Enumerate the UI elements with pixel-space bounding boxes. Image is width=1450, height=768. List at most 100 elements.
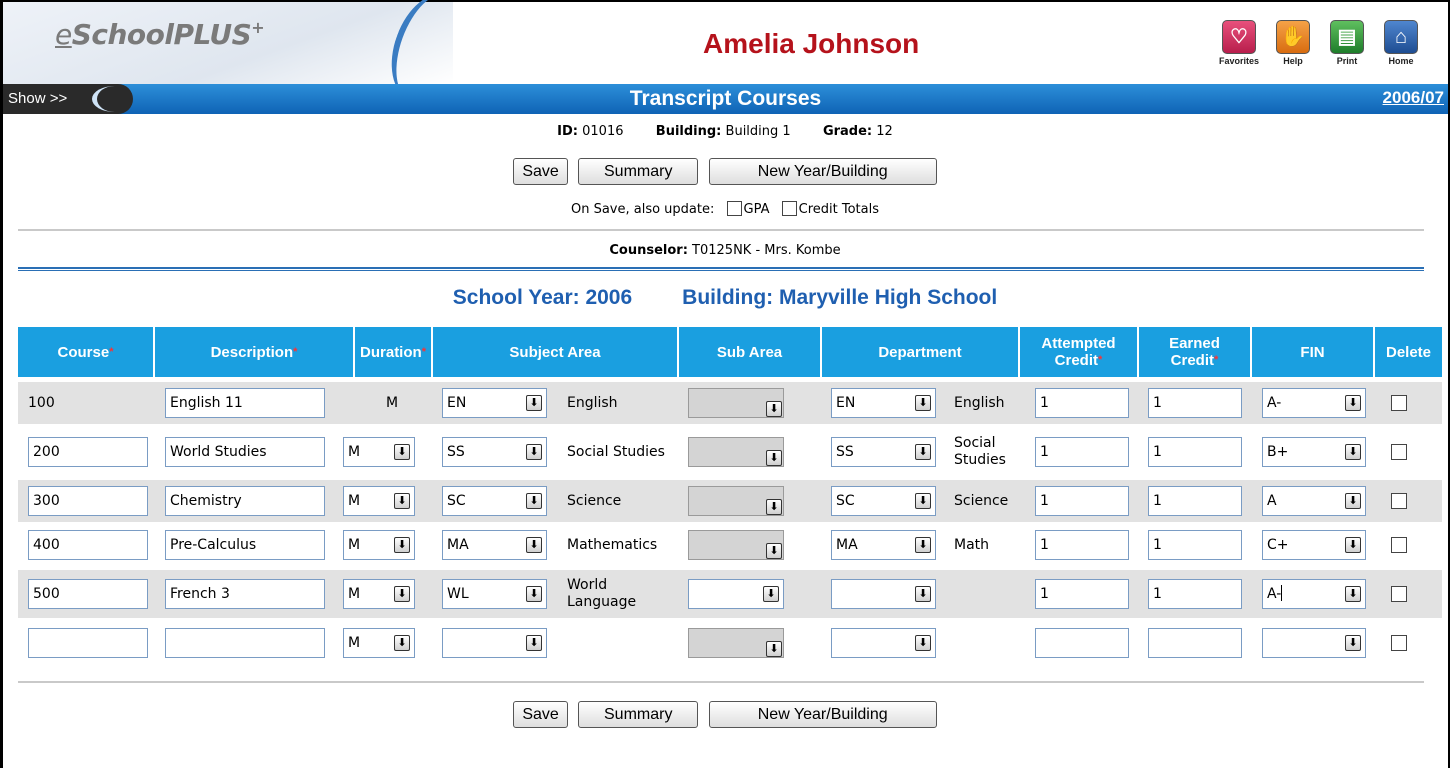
school-year-link[interactable]: 2006/07 [1383, 88, 1444, 108]
course-input[interactable] [28, 628, 148, 658]
dropdown-arrow-icon[interactable]: ⬇ [394, 537, 410, 553]
subject-area-select[interactable]: SS ⬇ [442, 437, 547, 467]
column-header-delete[interactable]: Delete [1375, 327, 1442, 377]
fin-grade-select[interactable]: A- ⬇ [1262, 579, 1366, 609]
department-select[interactable]: EN ⬇ [831, 388, 936, 418]
course-input[interactable]: 300 [28, 486, 148, 516]
department-select[interactable]: SS ⬇ [831, 437, 936, 467]
description-input[interactable]: World Studies [165, 437, 325, 467]
course-input[interactable]: 500 [28, 579, 148, 609]
dropdown-arrow-icon[interactable]: ⬇ [766, 499, 782, 515]
earned-credit-input[interactable] [1148, 628, 1242, 658]
delete-checkbox[interactable] [1391, 635, 1407, 651]
fin-grade-select[interactable]: B+ ⬇ [1262, 437, 1366, 467]
dropdown-arrow-icon[interactable]: ⬇ [394, 493, 410, 509]
save-button[interactable]: Save [513, 158, 568, 185]
column-header-subject-area[interactable]: Subject Area [433, 327, 677, 377]
attempted-credit-input[interactable]: 1 [1035, 486, 1129, 516]
dropdown-arrow-icon[interactable]: ⬇ [915, 537, 931, 553]
column-header-duration[interactable]: Duration * [355, 327, 431, 377]
dropdown-arrow-icon[interactable]: ⬇ [1345, 444, 1361, 460]
delete-checkbox[interactable] [1391, 444, 1407, 460]
duration-select[interactable]: M ⬇ [343, 579, 415, 609]
column-header-fin[interactable]: FIN [1252, 327, 1373, 377]
duration-select[interactable]: M ⬇ [343, 530, 415, 560]
fin-grade-select[interactable]: A- ⬇ [1262, 388, 1366, 418]
description-input[interactable]: Pre-Calculus [165, 530, 325, 560]
save-button[interactable]: Save [513, 701, 568, 728]
duration-select[interactable]: M ⬇ [343, 486, 415, 516]
summary-button[interactable]: Summary [578, 158, 699, 185]
dropdown-arrow-icon[interactable]: ⬇ [526, 493, 542, 509]
dropdown-arrow-icon[interactable]: ⬇ [766, 543, 782, 559]
favorites-button[interactable]: ♡ Favorites [1215, 20, 1263, 66]
subject-area-select[interactable]: MA ⬇ [442, 530, 547, 560]
earned-credit-input[interactable]: 1 [1148, 486, 1242, 516]
help-button[interactable]: ✋ Help [1269, 20, 1317, 66]
column-header-course[interactable]: Course * [18, 327, 153, 377]
sub-area-select[interactable]: ⬇ [688, 579, 784, 609]
delete-checkbox[interactable] [1391, 586, 1407, 602]
column-header-attempted-credit[interactable]: Attempted Credit* [1020, 327, 1137, 377]
attempted-credit-input[interactable]: 1 [1035, 530, 1129, 560]
credit-totals-checkbox[interactable] [781, 201, 797, 216]
subject-area-select[interactable]: ⬇ [442, 628, 547, 658]
subject-area-select[interactable]: WL ⬇ [442, 579, 547, 609]
dropdown-arrow-icon[interactable]: ⬇ [763, 586, 779, 602]
department-select[interactable]: SC ⬇ [831, 486, 936, 516]
dropdown-arrow-icon[interactable]: ⬇ [394, 586, 410, 602]
fin-grade-select[interactable]: ⬇ [1262, 628, 1366, 658]
department-select[interactable]: MA ⬇ [831, 530, 936, 560]
show-menu-button[interactable]: Show >> [3, 84, 133, 114]
dropdown-arrow-icon[interactable]: ⬇ [526, 444, 542, 460]
earned-credit-input[interactable]: 1 [1148, 530, 1242, 560]
department-select[interactable]: ⬇ [831, 628, 936, 658]
column-header-earned-credit[interactable]: Earned Credit* [1139, 327, 1250, 377]
duration-select[interactable]: M ⬇ [343, 628, 415, 658]
column-header-sub-area[interactable]: Sub Area [679, 327, 820, 377]
delete-checkbox[interactable] [1391, 493, 1407, 509]
course-input[interactable]: 400 [28, 530, 148, 560]
subject-area-select[interactable]: SC ⬇ [442, 486, 547, 516]
description-input[interactable]: English 11 [165, 388, 325, 418]
new-year-building-button[interactable]: New Year/Building [708, 701, 937, 728]
fin-grade-select[interactable]: A ⬇ [1262, 486, 1366, 516]
attempted-credit-input[interactable]: 1 [1035, 579, 1129, 609]
dropdown-arrow-icon[interactable]: ⬇ [1345, 395, 1361, 411]
column-header-department[interactable]: Department [822, 327, 1018, 377]
description-input[interactable]: Chemistry [165, 486, 325, 516]
dropdown-arrow-icon[interactable]: ⬇ [1345, 493, 1361, 509]
summary-button[interactable]: Summary [578, 701, 699, 728]
subject-area-select[interactable]: EN ⬇ [442, 388, 547, 418]
dropdown-arrow-icon[interactable]: ⬇ [1345, 537, 1361, 553]
new-year-building-button[interactable]: New Year/Building [708, 158, 937, 185]
attempted-credit-input[interactable]: 1 [1035, 437, 1129, 467]
dropdown-arrow-icon[interactable]: ⬇ [526, 635, 542, 651]
column-header-description[interactable]: Description * [155, 327, 353, 377]
dropdown-arrow-icon[interactable]: ⬇ [766, 641, 782, 657]
fin-grade-select[interactable]: C+ ⬇ [1262, 530, 1366, 560]
dropdown-arrow-icon[interactable]: ⬇ [766, 401, 782, 417]
dropdown-arrow-icon[interactable]: ⬇ [526, 395, 542, 411]
dropdown-arrow-icon[interactable]: ⬇ [1345, 635, 1361, 651]
earned-credit-input[interactable]: 1 [1148, 579, 1242, 609]
print-button[interactable]: ▤ Print [1323, 20, 1371, 66]
duration-select[interactable]: M ⬇ [343, 437, 415, 467]
department-select[interactable]: ⬇ [831, 579, 936, 609]
course-input[interactable]: 200 [28, 437, 148, 467]
delete-checkbox[interactable] [1391, 537, 1407, 553]
gpa-checkbox[interactable] [726, 201, 742, 216]
earned-credit-input[interactable]: 1 [1148, 388, 1242, 418]
dropdown-arrow-icon[interactable]: ⬇ [915, 444, 931, 460]
dropdown-arrow-icon[interactable]: ⬇ [915, 586, 931, 602]
description-input[interactable]: French 3 [165, 579, 325, 609]
dropdown-arrow-icon[interactable]: ⬇ [915, 635, 931, 651]
delete-checkbox[interactable] [1391, 395, 1407, 411]
attempted-credit-input[interactable]: 1 [1035, 388, 1129, 418]
earned-credit-input[interactable]: 1 [1148, 437, 1242, 467]
dropdown-arrow-icon[interactable]: ⬇ [526, 586, 542, 602]
dropdown-arrow-icon[interactable]: ⬇ [915, 493, 931, 509]
home-button[interactable]: ⌂ Home [1377, 20, 1425, 66]
dropdown-arrow-icon[interactable]: ⬇ [394, 635, 410, 651]
dropdown-arrow-icon[interactable]: ⬇ [915, 395, 931, 411]
